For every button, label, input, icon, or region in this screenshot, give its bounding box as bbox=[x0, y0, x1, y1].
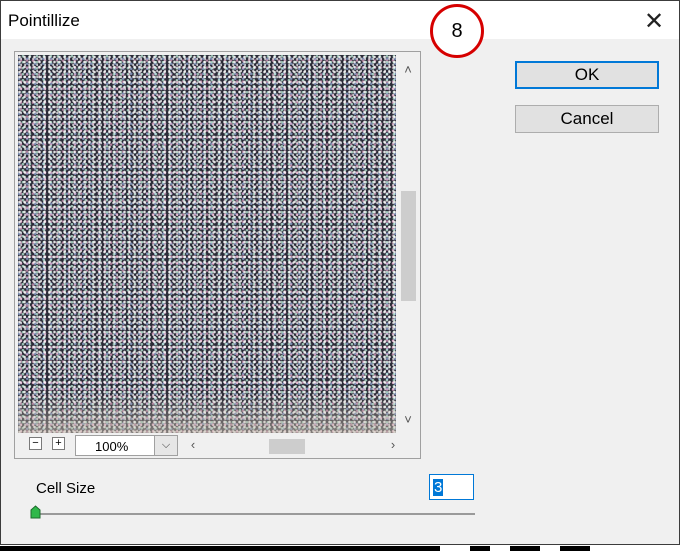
preview-image[interactable] bbox=[18, 55, 396, 433]
scroll-up-icon[interactable]: ˄ bbox=[398, 61, 418, 79]
scroll-left-icon[interactable]: ‹ bbox=[183, 436, 203, 454]
window-title: Pointillize bbox=[8, 11, 80, 30]
preview-panel: ˄ ˅ − + 100% ⌵ ‹ › bbox=[14, 51, 421, 459]
pointillize-dialog: Pointillize ✕ ˄ ˅ − + 100% ⌵ ‹ › OK Canc… bbox=[0, 0, 680, 545]
cell-size-slider-track[interactable] bbox=[34, 513, 475, 515]
cell-size-value: 3 bbox=[433, 479, 444, 496]
preview-toolbar: − + 100% ⌵ ‹ › bbox=[15, 433, 420, 458]
vertical-scroll-thumb[interactable] bbox=[401, 191, 416, 301]
scroll-down-icon[interactable]: ˅ bbox=[398, 411, 418, 429]
cell-size-input[interactable]: 3 bbox=[429, 474, 474, 500]
bottom-edge bbox=[0, 546, 699, 551]
vertical-scrollbar[interactable]: ˄ ˅ bbox=[398, 55, 418, 433]
close-icon[interactable]: ✕ bbox=[641, 9, 667, 35]
zoom-value: 100% bbox=[95, 439, 129, 454]
cancel-button[interactable]: Cancel bbox=[515, 105, 659, 133]
chevron-down-icon[interactable]: ⌵ bbox=[154, 436, 177, 455]
cell-size-label: Cell Size bbox=[36, 480, 96, 497]
ok-button[interactable]: OK bbox=[515, 61, 659, 89]
zoom-in-button[interactable]: + bbox=[52, 437, 65, 450]
zoom-select[interactable]: 100% ⌵ bbox=[75, 435, 178, 456]
cell-size-slider-thumb[interactable] bbox=[30, 505, 41, 519]
zoom-out-button[interactable]: − bbox=[29, 437, 42, 450]
title-bar: Pointillize ✕ bbox=[1, 1, 679, 39]
step-number-badge: 8 bbox=[430, 4, 484, 58]
horizontal-scroll-thumb[interactable] bbox=[269, 439, 305, 454]
scroll-right-icon[interactable]: › bbox=[383, 436, 403, 454]
horizontal-scrollbar[interactable]: ‹ › bbox=[183, 435, 419, 455]
